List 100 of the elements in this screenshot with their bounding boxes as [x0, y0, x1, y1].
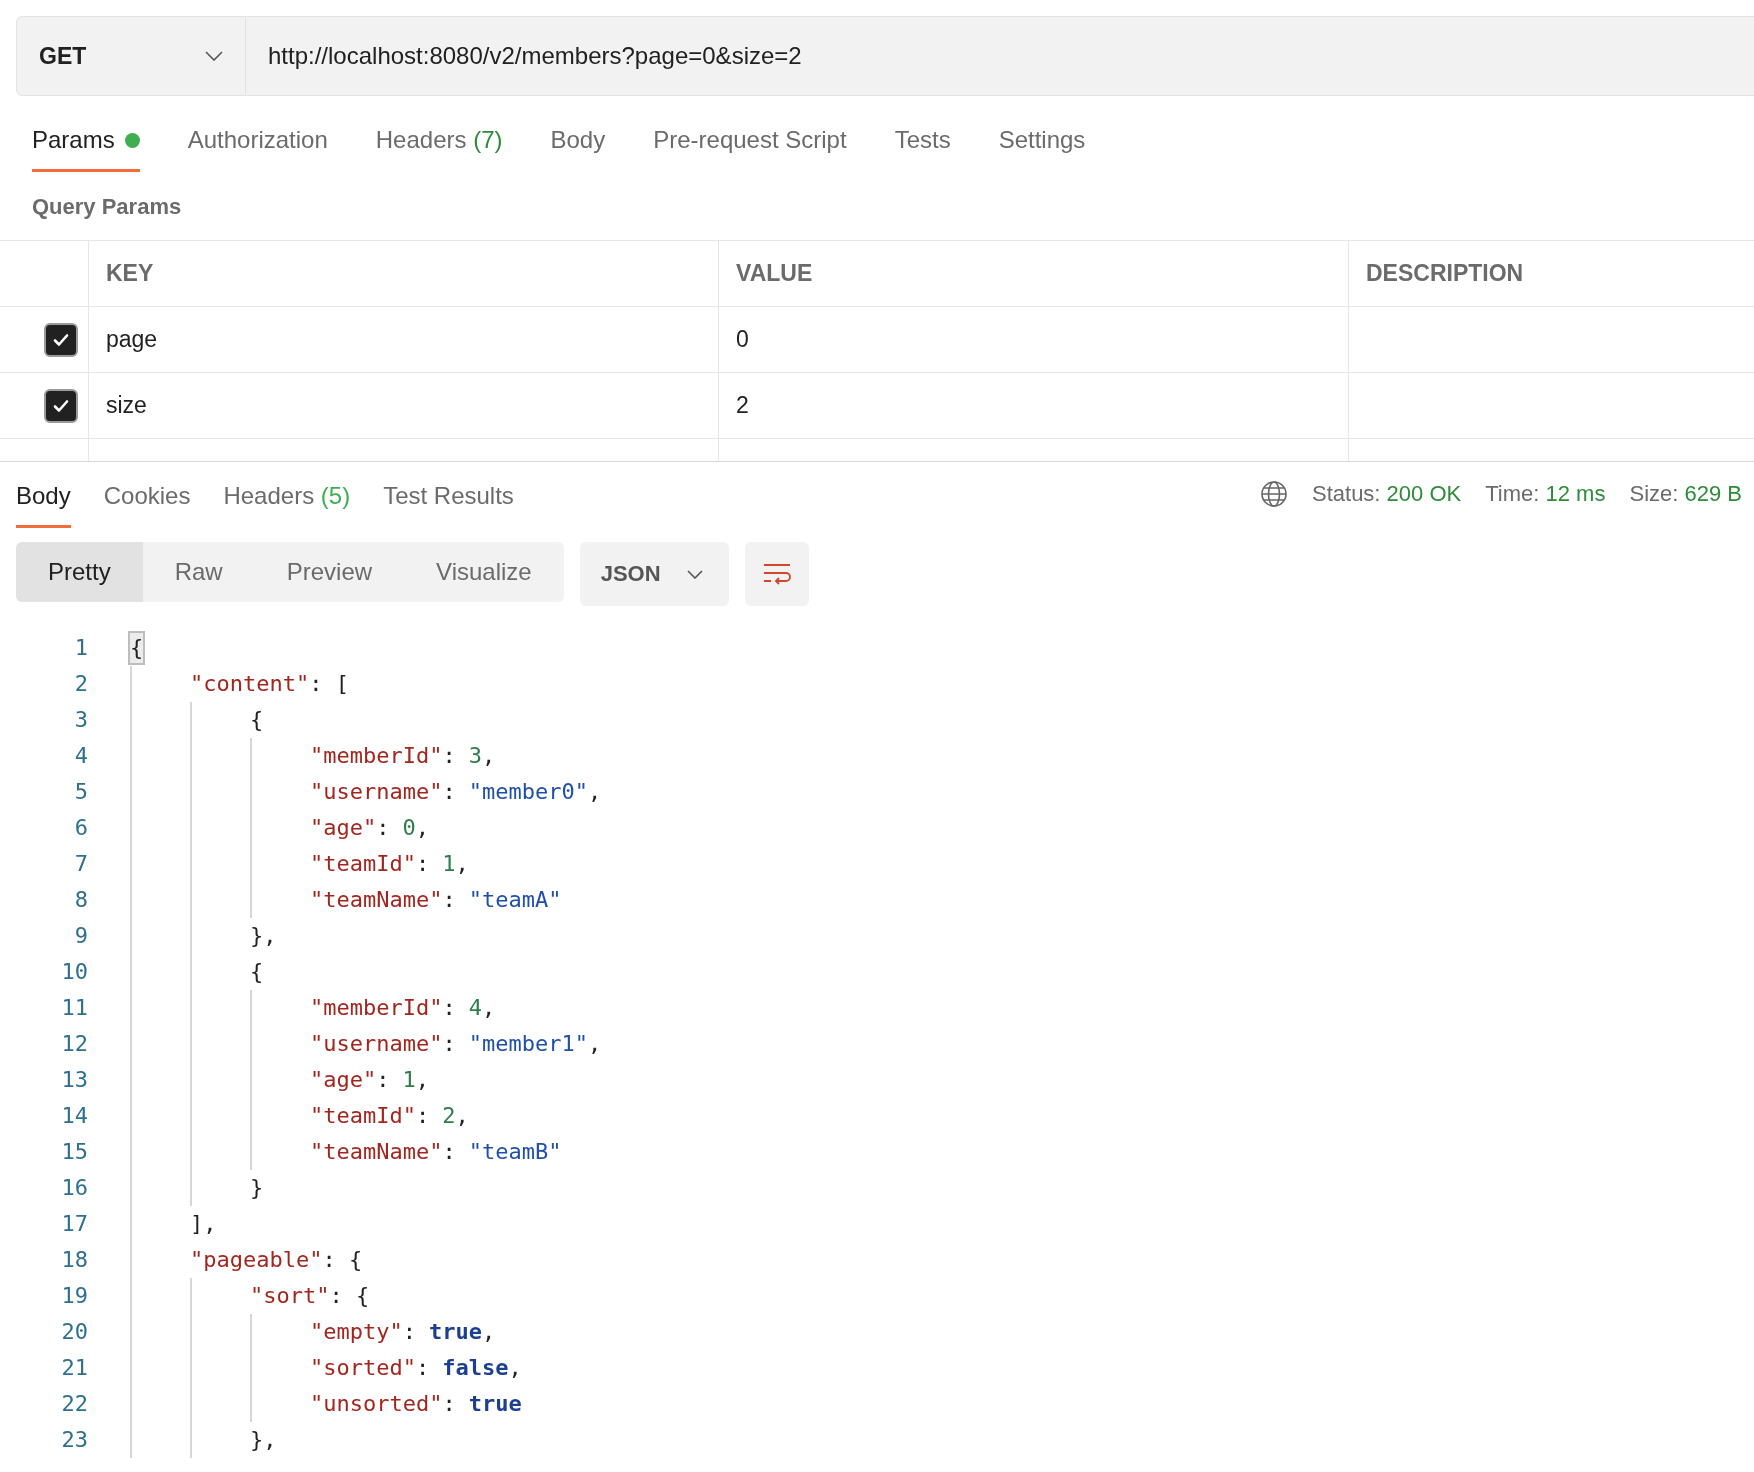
code-token: :: [442, 886, 456, 914]
request-tab[interactable]: Headers (7): [375, 126, 503, 172]
format-dropdown[interactable]: JSON: [579, 542, 729, 606]
code-token: "content": [190, 670, 310, 698]
code-token: {: [250, 958, 264, 986]
checkbox[interactable]: [44, 322, 78, 357]
table-cell: size: [89, 373, 719, 438]
code-token: ,: [415, 1066, 429, 1094]
code-token: "teamName": [310, 886, 443, 914]
line-number: 7: [73, 850, 88, 878]
line-number: 5: [73, 778, 88, 806]
code-token: },: [250, 922, 277, 950]
code-token: :: [442, 1390, 456, 1418]
code-token: 4: [468, 994, 482, 1022]
line-number: 11: [60, 994, 88, 1022]
code-token: {: [130, 633, 144, 663]
wrap-lines-icon: [761, 561, 792, 587]
checkbox[interactable]: [44, 388, 78, 423]
code-token: "age": [310, 1066, 377, 1094]
code-token: :: [415, 1354, 430, 1382]
response-tab[interactable]: Cookies: [103, 482, 191, 528]
code-token: true: [428, 1318, 482, 1346]
line-number: 18: [60, 1246, 88, 1274]
line-number: 22: [60, 1390, 88, 1418]
wrap-lines-button[interactable]: [744, 542, 809, 606]
code-token: "sort": [250, 1282, 330, 1310]
code-token: ,: [481, 742, 496, 770]
code-token: false: [442, 1354, 509, 1382]
code-token: : {: [322, 1246, 363, 1274]
request-tab[interactable]: Params: [32, 126, 140, 172]
method-dropdown[interactable]: GET: [16, 16, 246, 96]
code-token: :: [442, 1030, 456, 1058]
code-token: "teamId": [310, 1102, 416, 1130]
table-cell: 0: [719, 307, 1349, 372]
code-token: {: [250, 706, 264, 734]
code-token: "unsorted": [310, 1390, 443, 1418]
code-token: ,: [455, 1102, 469, 1130]
code-token: "teamId": [310, 850, 416, 878]
status-label: Size:: [1629, 481, 1679, 506]
request-tab[interactable]: Pre-request Script: [653, 126, 847, 172]
code-token: 1: [442, 850, 456, 878]
table-cell: page: [89, 307, 719, 372]
response-tab[interactable]: Body: [16, 482, 71, 528]
column-header: KEY: [89, 241, 719, 306]
line-number: 6: [73, 814, 88, 842]
response-tab[interactable]: Headers (5): [223, 482, 351, 528]
code-token: 0: [402, 814, 416, 842]
code-token: :: [376, 1066, 390, 1094]
code-token: "username": [310, 1030, 443, 1058]
line-number: 12: [60, 1030, 88, 1058]
code-token: : {: [329, 1282, 370, 1310]
code-token: "age": [310, 814, 377, 842]
status-label: Time:: [1485, 481, 1540, 506]
code-token: ,: [455, 850, 469, 878]
code-token: "memberId": [310, 742, 443, 770]
checkmark-icon: [52, 398, 70, 413]
code-token: ,: [481, 994, 496, 1022]
view-mode-tab[interactable]: Preview: [254, 542, 405, 602]
code-token: 2: [442, 1102, 456, 1130]
code-token: "teamB": [468, 1138, 562, 1166]
globe-icon[interactable]: [1260, 480, 1288, 508]
code-token: true: [468, 1390, 522, 1418]
code-token: ,: [587, 778, 602, 806]
line-number: 8: [73, 886, 88, 914]
section-title: Query Params: [31, 193, 183, 221]
line-number: 13: [60, 1066, 88, 1094]
line-number: 19: [60, 1282, 88, 1310]
line-number: 3: [73, 706, 88, 734]
url-field[interactable]: http://localhost:8080/v2/members?page=0&size=2: [246, 16, 1754, 96]
code-token: 3: [468, 742, 482, 770]
code-token: ,: [587, 1030, 602, 1058]
code-token: ,: [415, 814, 429, 842]
request-tab[interactable]: Settings: [998, 126, 1086, 172]
count-label: (5): [320, 482, 351, 510]
code-token: :: [442, 994, 456, 1022]
view-mode-tab[interactable]: Raw: [142, 542, 255, 602]
request-tab[interactable]: Tests: [894, 126, 951, 172]
status-label: Status:: [1312, 481, 1381, 506]
code-token: :: [376, 814, 390, 842]
line-number: 15: [60, 1138, 88, 1166]
code-token: :: [442, 778, 456, 806]
code-token: "teamA": [468, 886, 562, 914]
code-token: "empty": [310, 1318, 403, 1346]
line-number: 10: [60, 958, 88, 986]
response-tab[interactable]: Test Results: [383, 482, 514, 528]
line-number: 14: [60, 1102, 88, 1130]
line-number: 20: [60, 1318, 88, 1346]
view-mode-tab[interactable]: Pretty: [16, 542, 143, 602]
code-token: "member1": [468, 1030, 588, 1058]
line-number: 9: [73, 922, 88, 950]
code-token: "member0": [468, 778, 588, 806]
column-header: VALUE: [719, 241, 1349, 306]
code-token: "sorted": [310, 1354, 416, 1382]
line-number: 23: [60, 1426, 88, 1454]
column-header: DESCRIPTION: [1365, 259, 1525, 288]
view-mode-tab[interactable]: Visualize: [404, 542, 564, 602]
request-tab[interactable]: Authorization: [187, 126, 328, 172]
code-token: "teamName": [310, 1138, 443, 1166]
code-token: :: [442, 742, 456, 770]
request-tab[interactable]: Body: [550, 126, 606, 172]
